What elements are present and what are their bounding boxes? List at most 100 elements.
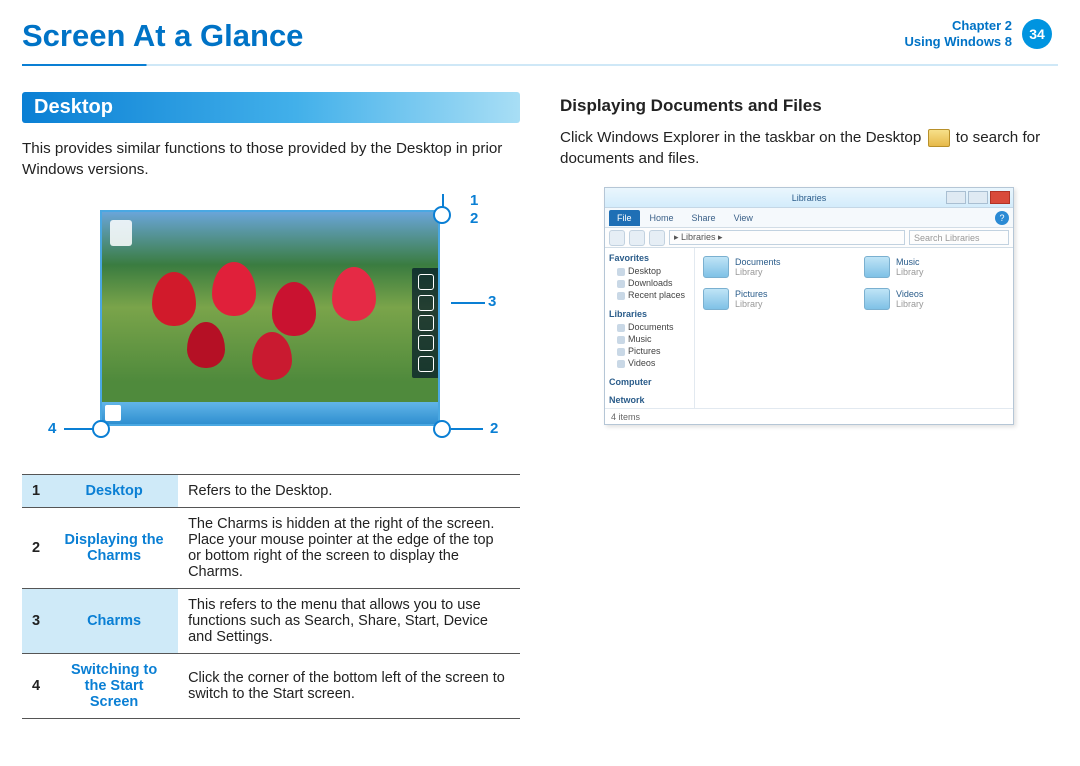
table-row: 2 Displaying the Charms The Charms is hi… [22, 508, 520, 589]
nav-item[interactable]: Pictures [609, 345, 690, 357]
explorer-nav-pane: Favorites Desktop Downloads Recent place… [605, 248, 695, 408]
explorer-window: Libraries File Home Share View ? ▸ Libra… [604, 187, 1014, 425]
legend-number: 1 [22, 475, 50, 508]
callout-marker [433, 420, 451, 438]
table-row: 1 Desktop Refers to the Desktop. [22, 475, 520, 508]
explorer-titlebar: Libraries [605, 188, 1013, 208]
devices-charm-icon [418, 335, 434, 351]
library-subtext: Library [896, 267, 924, 277]
explorer-taskbar-icon [928, 129, 950, 147]
ribbon-tab-file[interactable]: File [609, 210, 640, 226]
start-charm-icon [418, 315, 434, 331]
callout-number-3: 3 [488, 293, 496, 310]
section-title-desktop: Desktop [22, 92, 520, 123]
explorer-content-pane: DocumentsLibrary MusicLibrary PicturesLi… [695, 248, 1013, 408]
legend-description: Refers to the Desktop. [178, 475, 520, 508]
nav-group-favorites[interactable]: Favorites [609, 253, 690, 263]
charms-bar [412, 268, 440, 378]
nav-item[interactable]: Recent places [609, 289, 690, 301]
settings-charm-icon [418, 356, 434, 372]
address-field[interactable]: ▸ Libraries ▸ [669, 230, 905, 245]
nav-item[interactable]: Downloads [609, 277, 690, 289]
window-buttons [946, 191, 1010, 204]
callout-line [451, 302, 485, 304]
minimize-button[interactable] [946, 191, 966, 204]
chapter-block: Chapter 2 Using Windows 8 34 [905, 18, 1053, 49]
taskbar [102, 402, 438, 424]
explorer-address-bar: ▸ Libraries ▸ Search Libraries [605, 228, 1013, 248]
library-name: Videos [896, 289, 924, 299]
legend-term: Switching to the Start Screen [50, 654, 178, 719]
legend-number: 2 [22, 508, 50, 589]
legend-description: Click the corner of the bottom left of t… [178, 654, 520, 719]
search-charm-icon [418, 274, 434, 290]
subheading-documents: Displaying Documents and Files [560, 96, 1058, 116]
documents-paragraph: Click Windows Explorer in the taskbar on… [560, 128, 1058, 169]
para-text-before: Click Windows Explorer in the taskbar on… [560, 129, 926, 146]
callout-number-2: 2 [490, 420, 498, 437]
legend-term: Displaying the Charms [50, 508, 178, 589]
explorer-ribbon: File Home Share View ? [605, 208, 1013, 228]
desktop-figure: 1 2 3 2 4 [36, 196, 506, 456]
documents-library-icon [703, 256, 729, 278]
library-item[interactable]: VideosLibrary [864, 288, 1005, 310]
library-name: Music [896, 257, 924, 267]
start-corner-icon [105, 405, 121, 421]
callout-line [451, 428, 483, 430]
library-subtext: Library [735, 267, 781, 277]
table-row: 4 Switching to the Start Screen Click th… [22, 654, 520, 719]
library-item[interactable]: DocumentsLibrary [703, 256, 844, 278]
up-button[interactable] [649, 230, 665, 246]
library-subtext: Library [735, 299, 768, 309]
nav-item[interactable]: Desktop [609, 265, 690, 277]
legend-description: The Charms is hidden at the right of the… [178, 508, 520, 589]
library-subtext: Library [896, 299, 924, 309]
nav-group-computer[interactable]: Computer [609, 377, 690, 387]
nav-item[interactable]: Documents [609, 321, 690, 333]
desktop-screenshot [100, 210, 440, 426]
ribbon-tab-home[interactable]: Home [642, 210, 682, 226]
legend-term: Desktop [50, 475, 178, 508]
library-name: Pictures [735, 289, 768, 299]
callout-number-2: 2 [470, 210, 478, 227]
videos-library-icon [864, 288, 890, 310]
wallpaper-tulip [272, 282, 316, 336]
chapter-text: Chapter 2 Using Windows 8 [905, 18, 1013, 49]
music-library-icon [864, 256, 890, 278]
share-charm-icon [418, 295, 434, 311]
callout-marker [92, 420, 110, 438]
wallpaper-tulip [187, 322, 225, 368]
ribbon-tab-share[interactable]: Share [684, 210, 724, 226]
maximize-button[interactable] [968, 191, 988, 204]
nav-group-network[interactable]: Network [609, 395, 690, 405]
wallpaper-tulip [152, 272, 196, 326]
library-item[interactable]: MusicLibrary [864, 256, 1005, 278]
forward-button[interactable] [629, 230, 645, 246]
explorer-body: Favorites Desktop Downloads Recent place… [605, 248, 1013, 408]
left-column: Desktop This provides similar functions … [22, 92, 520, 719]
legend-number: 3 [22, 589, 50, 654]
page-number-badge: 34 [1022, 19, 1052, 49]
recycle-bin-icon [110, 220, 132, 246]
callout-marker [433, 206, 451, 224]
nav-item[interactable]: Music [609, 333, 690, 345]
pictures-library-icon [703, 288, 729, 310]
ribbon-tab-view[interactable]: View [726, 210, 761, 226]
close-button[interactable] [990, 191, 1010, 204]
nav-item[interactable]: Videos [609, 357, 690, 369]
library-name: Documents [735, 257, 781, 267]
explorer-title-text: Libraries [792, 193, 827, 203]
nav-group-libraries[interactable]: Libraries [609, 309, 690, 319]
legend-description: This refers to the menu that allows you … [178, 589, 520, 654]
legend-number: 4 [22, 654, 50, 719]
chapter-line-1: Chapter 2 [905, 18, 1013, 34]
page-header: Screen At a Glance Chapter 2 Using Windo… [0, 0, 1080, 64]
legend-term: Charms [50, 589, 178, 654]
library-item[interactable]: PicturesLibrary [703, 288, 844, 310]
back-button[interactable] [609, 230, 625, 246]
help-icon[interactable]: ? [995, 211, 1009, 225]
wallpaper-tulip [332, 267, 376, 321]
search-field[interactable]: Search Libraries [909, 230, 1009, 245]
right-column: Displaying Documents and Files Click Win… [560, 92, 1058, 719]
callout-number-4: 4 [48, 420, 56, 437]
